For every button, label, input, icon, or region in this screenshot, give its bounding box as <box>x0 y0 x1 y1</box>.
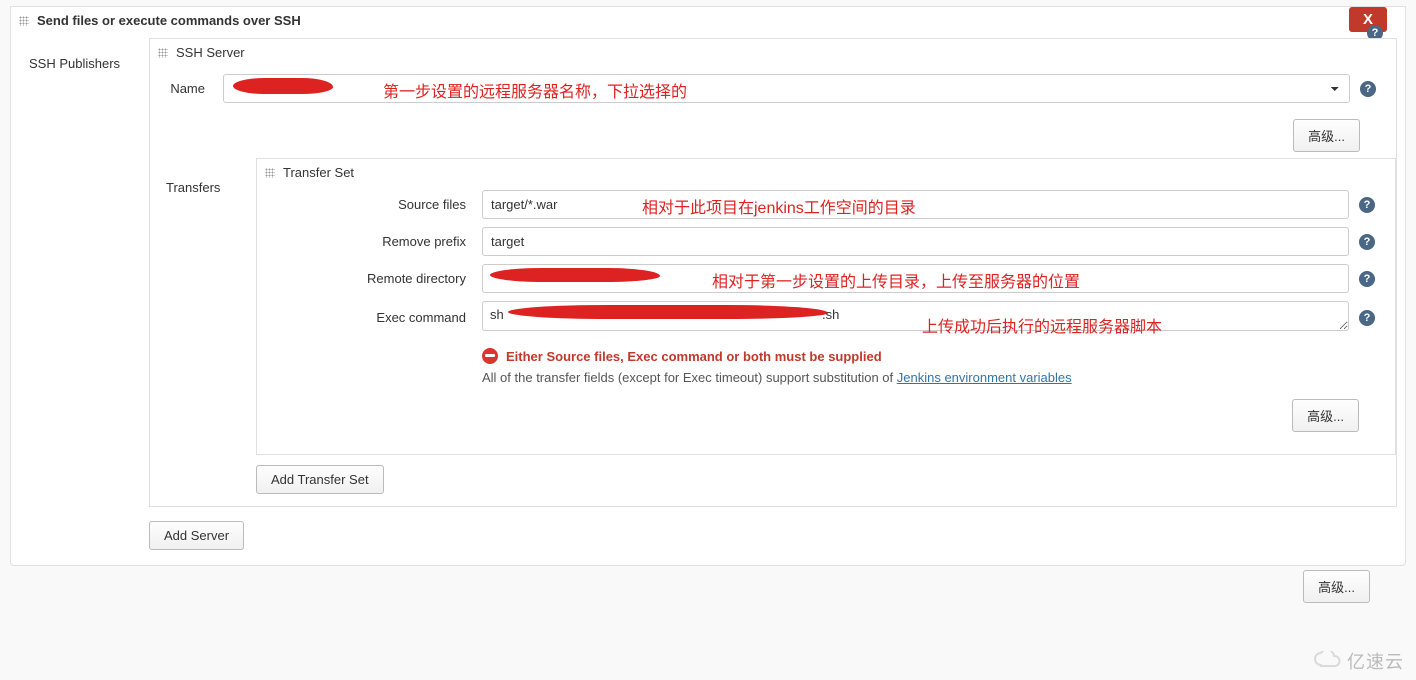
help-icon[interactable]: ? <box>1359 197 1375 213</box>
add-server-button[interactable]: Add Server <box>149 521 244 550</box>
drag-handle-icon[interactable] <box>265 168 275 178</box>
watermark: 亿速云 <box>1313 648 1404 674</box>
exec-command-label: Exec command <box>257 310 482 325</box>
transfer-set-title: Transfer Set <box>283 165 354 180</box>
source-files-input[interactable] <box>482 190 1349 219</box>
exec-command-input[interactable] <box>482 301 1349 331</box>
add-transfer-set-button[interactable]: Add Transfer Set <box>256 465 384 494</box>
help-icon[interactable]: ? <box>1359 234 1375 250</box>
ssh-server-title: SSH Server <box>176 45 245 60</box>
help-icon[interactable]: ? <box>1360 81 1376 97</box>
outer-advanced-button[interactable]: 高级... <box>1303 570 1370 603</box>
ssh-publishers-label: SSH Publishers <box>19 34 149 550</box>
remote-directory-input[interactable] <box>482 264 1349 293</box>
transfer-advanced-button[interactable]: 高级... <box>1292 399 1359 432</box>
drag-handle-icon[interactable] <box>158 48 168 58</box>
section-title: Send files or execute commands over SSH <box>37 13 301 28</box>
error-icon <box>482 348 498 364</box>
help-icon[interactable]: ? <box>1359 310 1375 326</box>
remove-prefix-input[interactable] <box>482 227 1349 256</box>
exec-value-suffix: .sh <box>822 307 839 322</box>
help-icon[interactable]: ? <box>1359 271 1375 287</box>
env-vars-link[interactable]: Jenkins environment variables <box>897 370 1072 385</box>
remote-directory-label: Remote directory <box>257 271 482 286</box>
remove-prefix-label: Remove prefix <box>257 234 482 249</box>
transfer-set-panel: Transfer Set Source files 相对于此项目在jenkins… <box>256 158 1396 455</box>
source-files-label: Source files <box>257 197 482 212</box>
drag-handle-icon[interactable] <box>19 16 29 26</box>
exec-value-prefix: sh <box>490 307 504 322</box>
transfer-note: All of the transfer fields (except for E… <box>482 366 1349 385</box>
name-label: Name <box>150 81 223 96</box>
ssh-server-advanced-button[interactable]: 高级... <box>1293 119 1360 152</box>
transfers-label: Transfers <box>156 154 256 494</box>
ssh-server-name-select[interactable] <box>223 74 1350 103</box>
ssh-server-panel: SSH Server Name 第一步设置的远程服务器名称，下拉选择的 ? <box>149 38 1397 507</box>
error-message: Either Source files, Exec command or bot… <box>506 349 882 364</box>
